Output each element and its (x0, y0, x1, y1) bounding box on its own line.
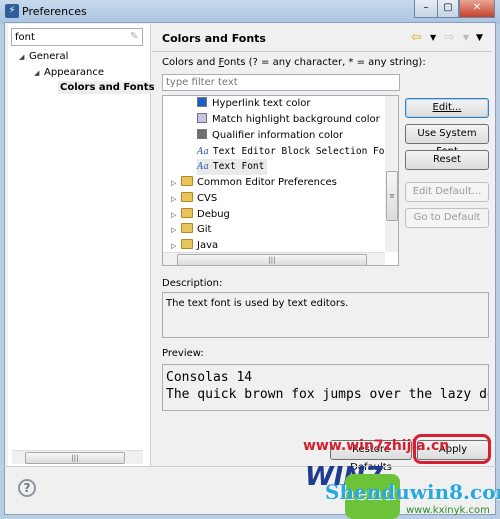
font-preview: Consolas 14 The quick brown fox jumps ove… (162, 364, 489, 411)
view-menu-icon[interactable]: ▼ (476, 33, 483, 43)
folder-font-icon (181, 223, 193, 233)
folder-font-icon (181, 192, 193, 202)
folder-font-icon (181, 176, 193, 186)
reset-button[interactable]: Reset (405, 150, 489, 170)
close-button[interactable]: ✕ (459, 0, 495, 18)
collapsed-icon: ▷ (171, 211, 177, 219)
filter-input[interactable] (162, 74, 400, 91)
list-item[interactable]: ▷ Git (171, 222, 211, 238)
go-to-default-button[interactable]: Go to Default (405, 208, 489, 228)
tree-item-appearance[interactable]: ◢ Appearance (34, 67, 104, 78)
chevron-down-icon[interactable]: ▼ (430, 33, 436, 42)
tree-item-colors-and-fonts[interactable]: Colors and Fonts (58, 81, 157, 94)
clear-search-icon[interactable]: ✎ (130, 31, 138, 42)
list-item[interactable]: Aa Text Editor Block Selection Font (197, 144, 396, 160)
filter-label: Colors and Fonts (? = any character, * =… (162, 57, 426, 68)
vertical-scrollbar[interactable]: ≡ (385, 96, 398, 252)
list-item[interactable]: ▷ Debug (171, 207, 230, 223)
folder-font-icon (181, 208, 193, 218)
color-swatch-icon (197, 113, 207, 123)
page-title: Colors and Fonts (162, 32, 266, 45)
list-item[interactable]: ▷ Common Editor Preferences (171, 175, 337, 191)
collapsed-icon: ▷ (171, 195, 177, 203)
list-item[interactable]: Hyperlink text color (197, 96, 310, 112)
folder-font-icon (181, 239, 193, 249)
chevron-down-icon[interactable]: ▼ (463, 33, 469, 42)
list-item[interactable]: Qualifier information color (197, 128, 343, 144)
maximize-button[interactable]: ▢ (437, 0, 459, 18)
eclipse-app-icon: ⚡ (5, 4, 19, 18)
font-icon: Aa (197, 162, 209, 172)
preference-search-input[interactable] (11, 28, 143, 46)
color-swatch-icon (197, 97, 207, 107)
footer-divider (4, 466, 496, 467)
collapsed-icon: ▷ (171, 179, 177, 187)
header-divider (152, 51, 492, 52)
help-icon[interactable]: ? (18, 479, 36, 497)
list-item-selected[interactable]: Aa Text Font (197, 159, 268, 175)
expanded-icon: ◢ (34, 69, 40, 77)
minimize-button[interactable]: – (414, 0, 438, 18)
tree-item-general[interactable]: ◢ General (19, 51, 68, 62)
colors-fonts-tree[interactable]: Hyperlink text color Match highlight bac… (162, 95, 399, 266)
arrow-right-icon[interactable]: ⇨ (444, 30, 455, 45)
collapsed-icon: ▷ (171, 226, 177, 234)
watermark-kxinyk: www.kxinyk.com (406, 505, 490, 516)
list-item[interactable]: ▷ CVS (171, 191, 217, 207)
horizontal-scrollbar[interactable]: ||| (163, 252, 385, 265)
description-box: The text font is used by text editors. (162, 292, 489, 338)
watermark-shenduwin8: Shenduwin8.com (325, 480, 500, 504)
font-icon: Aa (197, 147, 209, 157)
edit-button[interactable]: Edit... (405, 98, 489, 118)
window-title: Preferences (22, 5, 87, 18)
watermark-win7zhijia: www.win7zhijia.cn (303, 438, 450, 454)
sidebar-horizontal-scrollbar[interactable]: ||| (12, 450, 143, 464)
edit-default-button[interactable]: Edit Default... (405, 182, 489, 202)
use-system-font-button[interactable]: Use System Font (405, 124, 489, 157)
list-item[interactable]: Match highlight background color (197, 112, 380, 128)
arrow-left-icon[interactable]: ⇦ (411, 30, 422, 45)
preview-label: Preview: (162, 348, 204, 359)
description-label: Description: (162, 278, 223, 289)
expanded-icon: ◢ (19, 53, 25, 61)
color-swatch-icon (197, 129, 207, 139)
